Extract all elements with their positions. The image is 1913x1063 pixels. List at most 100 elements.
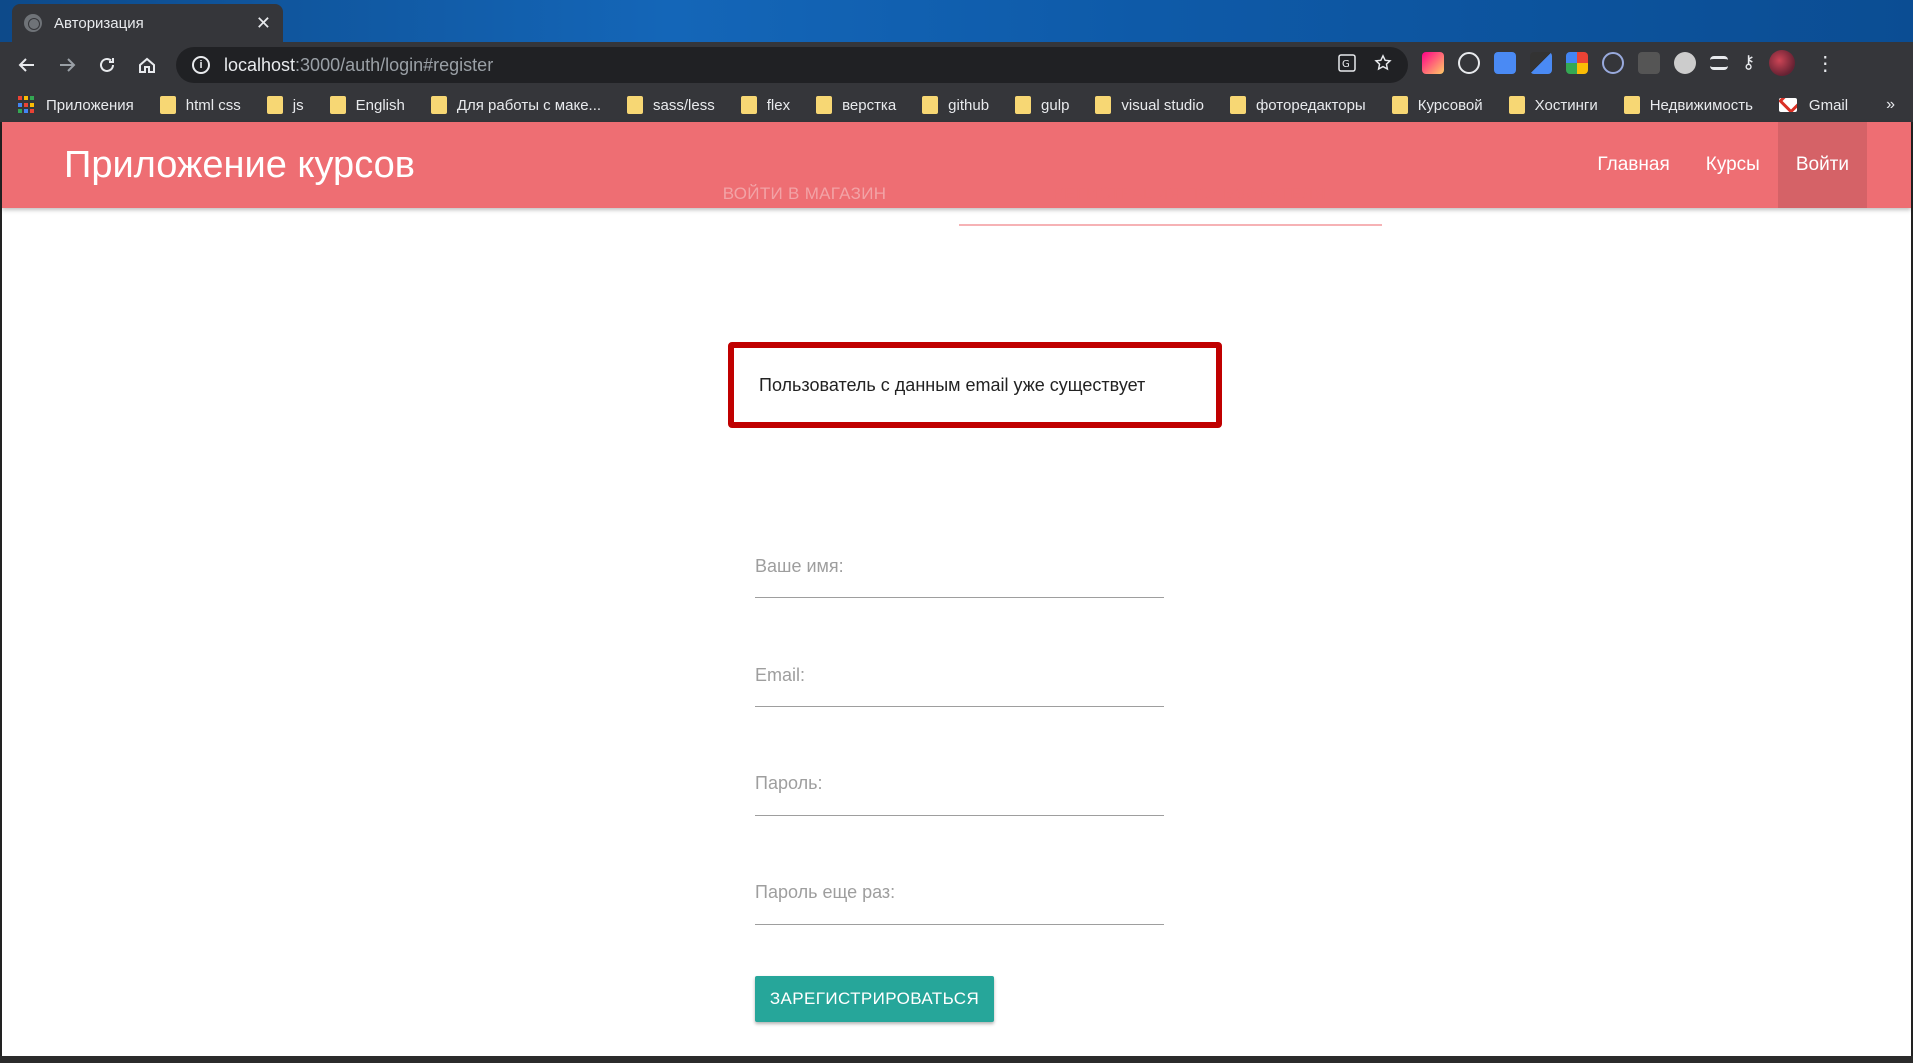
- grid-extension-icon[interactable]: [1638, 52, 1660, 74]
- bookmarks-overflow-icon[interactable]: »: [1886, 96, 1895, 114]
- bookmark-folder[interactable]: Недвижимость: [1623, 96, 1753, 114]
- url-path: :3000/auth/login#register: [295, 54, 494, 75]
- bookmark-folder[interactable]: flex: [740, 96, 791, 114]
- bookmark-folder[interactable]: Хостинги: [1508, 96, 1598, 114]
- folder-icon: [816, 96, 833, 114]
- forward-arrow-icon[interactable]: [47, 45, 87, 85]
- bookmark-folder[interactable]: sass/less: [627, 96, 715, 114]
- bookmark-label: html css: [185, 96, 241, 114]
- bookmark-label: Курсовой: [1417, 96, 1483, 114]
- bookmark-folder[interactable]: html css: [159, 96, 241, 114]
- input-underline: [755, 815, 1164, 816]
- extension-icon[interactable]: [1422, 52, 1444, 74]
- name-field[interactable]: Ваше имя:: [755, 556, 1164, 598]
- bookmark-apps[interactable]: Приложения: [18, 96, 134, 114]
- bookmark-folder[interactable]: github: [922, 96, 989, 114]
- google-translate-icon[interactable]: [1494, 52, 1516, 74]
- folder-icon: [266, 96, 283, 114]
- browser-tab[interactable]: Авторизация ✕: [12, 4, 283, 42]
- error-message: Пользователь с данным email уже существу…: [759, 374, 1146, 395]
- bookmark-label: gulp: [1041, 96, 1070, 114]
- gmail-icon: [1778, 98, 1797, 112]
- name-label: Ваше имя:: [755, 556, 844, 576]
- bookmark-folder[interactable]: English: [329, 96, 405, 114]
- react-devtools-icon[interactable]: [1602, 52, 1624, 74]
- back-arrow-icon[interactable]: [7, 45, 47, 85]
- nav-link-courses[interactable]: Курсы: [1688, 122, 1778, 208]
- url-host: localhost: [224, 54, 296, 75]
- bookmark-label: js: [292, 96, 304, 114]
- profile-avatar[interactable]: [1769, 50, 1796, 76]
- error-alert: Пользователь с данным email уже существу…: [728, 342, 1222, 428]
- chat-extension-icon[interactable]: [1458, 52, 1480, 74]
- bookmark-gmail[interactable]: Gmail: [1778, 96, 1849, 114]
- bookmarks-bar: Приложения html css js English Для работ…: [0, 88, 1913, 122]
- password-confirm-label: Пароль еще раз:: [755, 882, 896, 902]
- tab-title: Авторизация: [54, 14, 144, 32]
- bookmark-folder[interactable]: фоторедакторы: [1229, 96, 1366, 114]
- password-field[interactable]: Пароль:: [755, 773, 1164, 816]
- tab-register[interactable]: Регистрация пользователя: [997, 175, 1382, 225]
- bookmark-label: Gmail: [1808, 96, 1849, 114]
- email-label: Email:: [755, 665, 806, 685]
- auth-tabs: Войти в магазин Регистрация пользователя: [612, 175, 1382, 225]
- input-underline: [755, 924, 1164, 925]
- folder-icon: [1623, 96, 1640, 114]
- playlist-icon[interactable]: [1710, 56, 1728, 70]
- input-underline: [755, 597, 1164, 598]
- globe-icon: [24, 14, 42, 32]
- circle-extension-icon[interactable]: [1674, 52, 1696, 74]
- site-brand[interactable]: Приложение курсов: [64, 144, 415, 187]
- eyedropper-extension-icon[interactable]: [1530, 52, 1552, 74]
- bookmark-folder[interactable]: Для работы с маке...: [430, 96, 602, 114]
- bookmark-label: sass/less: [653, 96, 715, 114]
- star-icon[interactable]: [1374, 53, 1392, 77]
- password-confirm-field[interactable]: Пароль еще раз:: [755, 882, 1164, 925]
- window-bottom-edge: [0, 1056, 1913, 1063]
- browser-toolbar: i localhost:3000/auth/login#register G ⚷…: [0, 42, 1913, 88]
- bookmark-label: Приложения: [46, 96, 134, 114]
- bookmark-label: flex: [766, 96, 791, 114]
- password-label: Пароль:: [755, 773, 823, 793]
- bookmark-folder[interactable]: верстка: [816, 96, 896, 114]
- address-bar[interactable]: i localhost:3000/auth/login#register G: [176, 47, 1408, 83]
- bookmark-label: фоторедакторы: [1255, 96, 1366, 114]
- bookmark-folder[interactable]: Курсовой: [1391, 96, 1483, 114]
- folder-icon: [1391, 96, 1408, 114]
- folder-icon: [430, 96, 447, 114]
- folder-icon: [1095, 96, 1112, 114]
- folder-icon: [922, 96, 939, 114]
- apps-extension-icon[interactable]: [1566, 52, 1588, 74]
- key-icon[interactable]: ⚷: [1742, 52, 1755, 74]
- folder-icon: [1508, 96, 1525, 114]
- translate-icon[interactable]: G: [1338, 53, 1356, 77]
- folder-icon: [159, 96, 176, 114]
- folder-icon: [740, 96, 757, 114]
- nav-links: Главная Курсы Войти: [1579, 122, 1867, 208]
- tab-close-icon[interactable]: ✕: [256, 14, 271, 32]
- folder-icon: [627, 96, 644, 114]
- bookmark-label: visual studio: [1121, 96, 1204, 114]
- email-field[interactable]: Email:: [755, 665, 1164, 707]
- bookmark-folder[interactable]: visual studio: [1095, 96, 1204, 114]
- apps-grid-icon: [18, 96, 36, 114]
- menu-dots-icon[interactable]: ⋮: [1815, 51, 1835, 76]
- nav-link-login[interactable]: Войти: [1777, 122, 1867, 208]
- home-icon[interactable]: [127, 45, 167, 85]
- tab-login[interactable]: Войти в магазин: [612, 175, 997, 225]
- bookmark-label: Хостинги: [1534, 96, 1598, 114]
- bookmark-label: English: [355, 96, 405, 114]
- input-underline: [755, 706, 1164, 707]
- bookmark-label: github: [948, 96, 990, 114]
- bookmark-label: верстка: [842, 96, 897, 114]
- folder-icon: [329, 96, 346, 114]
- site-info-icon[interactable]: i: [192, 56, 210, 74]
- tab-indicator: [959, 224, 1382, 226]
- bookmark-folder[interactable]: gulp: [1015, 96, 1069, 114]
- svg-text:G: G: [1342, 59, 1350, 70]
- reload-icon[interactable]: [87, 45, 127, 85]
- bookmark-folder[interactable]: js: [266, 96, 304, 114]
- register-button[interactable]: Зарегистрироваться: [755, 976, 994, 1022]
- nav-link-home[interactable]: Главная: [1579, 122, 1687, 208]
- bookmark-label: Для работы с маке...: [456, 96, 602, 114]
